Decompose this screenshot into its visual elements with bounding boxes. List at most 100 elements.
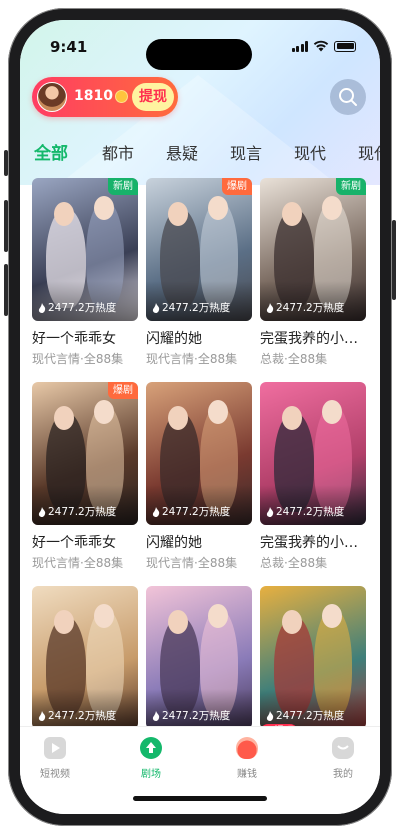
flame-icon — [38, 302, 46, 313]
drama-title[interactable]: 好一个乖乖女 — [32, 328, 138, 348]
status-bar: 9:41 — [20, 20, 380, 70]
power-button — [392, 220, 396, 300]
flame-icon — [266, 710, 274, 721]
heat-text: 2477.2万热度 — [276, 302, 345, 314]
withdraw-button[interactable]: 提现 — [132, 83, 174, 111]
nav-profile[interactable]: 我的 — [313, 737, 373, 780]
drama-poster[interactable]: 新剧 2477.2万热度 — [32, 178, 138, 321]
drama-poster[interactable]: 2477.2万热度 — [260, 586, 366, 729]
poster-face — [322, 604, 342, 628]
heat-text: 2477.2万热度 — [276, 506, 345, 518]
heat-text: 2477.2万热度 — [48, 506, 117, 518]
drama-title[interactable]: 完蛋我养的小… — [260, 532, 366, 552]
poster-face — [168, 406, 188, 430]
search-button[interactable] — [330, 79, 366, 115]
drama-meta: 现代言情·全88集 — [32, 556, 124, 570]
nav-earn[interactable]: 赚钱 — [217, 737, 277, 780]
theater-icon — [140, 737, 162, 759]
flame-icon — [38, 506, 46, 517]
nav-theater[interactable]: 剧场 — [121, 737, 181, 780]
poster-face — [282, 202, 302, 226]
heat-count: 2477.2万热度 — [266, 708, 344, 723]
coin-icon — [115, 90, 128, 103]
volume-up-button — [4, 200, 8, 252]
wifi-icon — [313, 40, 329, 52]
drama-badge: 爆剧 — [108, 382, 138, 399]
drama-meta: 现代言情·全88集 — [32, 352, 124, 366]
heat-count: 2477.2万热度 — [266, 504, 344, 519]
nav-short-video[interactable]: 短视频 — [25, 737, 85, 780]
poster-face — [208, 196, 228, 220]
heat-text: 2477.2万热度 — [48, 302, 117, 314]
heat-count: 2477.2万热度 — [38, 504, 116, 519]
poster-face — [322, 400, 342, 424]
poster-face — [168, 610, 188, 634]
tab-all[interactable]: 全部 — [34, 139, 68, 164]
poster-face — [282, 610, 302, 634]
coin-balance-pill[interactable]: 1810 提现 — [32, 77, 178, 117]
category-tabs: 全部 都市 悬疑 现言 现代 现代 — [20, 134, 380, 168]
nav-label: 短视频 — [40, 769, 70, 780]
heat-text: 2477.2万热度 — [276, 710, 345, 722]
poster-face — [208, 604, 228, 628]
poster-face — [94, 196, 114, 220]
poster-face — [54, 202, 74, 226]
flame-icon — [152, 710, 160, 721]
home-indicator — [133, 796, 267, 801]
avatar[interactable] — [37, 82, 67, 112]
poster-face — [94, 400, 114, 424]
coin-count: 1810 — [74, 88, 113, 104]
nav-label: 赚钱 — [237, 769, 257, 780]
poster-face — [94, 604, 114, 628]
tab-suspense[interactable]: 悬疑 — [166, 140, 198, 164]
drama-poster[interactable]: 爆剧 2477.2万热度 — [146, 178, 252, 321]
poster-face — [54, 610, 74, 634]
heat-text: 2477.2万热度 — [48, 710, 117, 722]
heat-count: 2477.2万热度 — [152, 708, 230, 723]
drama-title[interactable]: 闪耀的她 — [146, 532, 252, 552]
drama-poster[interactable]: 2477.2万热度 — [146, 382, 252, 525]
drama-badge: 爆剧 — [222, 178, 252, 195]
heat-count: 2477.2万热度 — [38, 300, 116, 315]
heat-count: 2477.2万热度 — [152, 504, 230, 519]
battery-icon — [334, 40, 356, 52]
profile-icon — [332, 737, 354, 759]
action-button — [4, 150, 8, 176]
poster-face — [168, 202, 188, 226]
drama-meta: 总裁·全88集 — [260, 556, 328, 570]
tab-urban[interactable]: 都市 — [102, 140, 134, 164]
drama-poster[interactable]: 2477.2万热度 — [260, 382, 366, 525]
drama-poster[interactable]: 爆剧 2477.2万热度 — [32, 382, 138, 525]
drama-title[interactable]: 好一个乖乖女 — [32, 532, 138, 552]
nav-label: 我的 — [333, 769, 353, 780]
search-icon — [339, 88, 357, 106]
flame-icon — [152, 506, 160, 517]
flame-icon — [266, 506, 274, 517]
tab-modern-romance[interactable]: 现言 — [230, 140, 262, 164]
tab-modern-2[interactable]: 现代 — [358, 140, 380, 164]
volume-down-button — [4, 264, 8, 316]
heat-count: 2477.2万热度 — [152, 300, 230, 315]
drama-poster[interactable]: 2477.2万热度 — [146, 586, 252, 729]
poster-face — [282, 406, 302, 430]
drama-badge: 新剧 — [108, 178, 138, 195]
flame-icon — [38, 710, 46, 721]
status-icons — [291, 40, 356, 52]
dynamic-island — [146, 39, 252, 70]
status-time: 9:41 — [50, 38, 88, 56]
heat-count: 2477.2万热度 — [38, 708, 116, 723]
drama-title[interactable]: 闪耀的她 — [146, 328, 252, 348]
flame-icon — [266, 302, 274, 313]
poster-face — [322, 196, 342, 220]
flame-icon — [152, 302, 160, 313]
drama-poster[interactable]: 2477.2万热度 — [32, 586, 138, 729]
poster-face — [54, 406, 74, 430]
drama-meta: 现代言情·全88集 — [146, 556, 238, 570]
heat-count: 2477.2万热度 — [266, 300, 344, 315]
drama-meta: 现代言情·全88集 — [146, 352, 238, 366]
drama-title[interactable]: 完蛋我养的小… — [260, 328, 366, 348]
heat-text: 2477.2万热度 — [162, 710, 231, 722]
tab-modern[interactable]: 现代 — [294, 140, 326, 164]
drama-poster[interactable]: 新剧 2477.2万热度 — [260, 178, 366, 321]
money-bag-icon — [236, 737, 258, 759]
